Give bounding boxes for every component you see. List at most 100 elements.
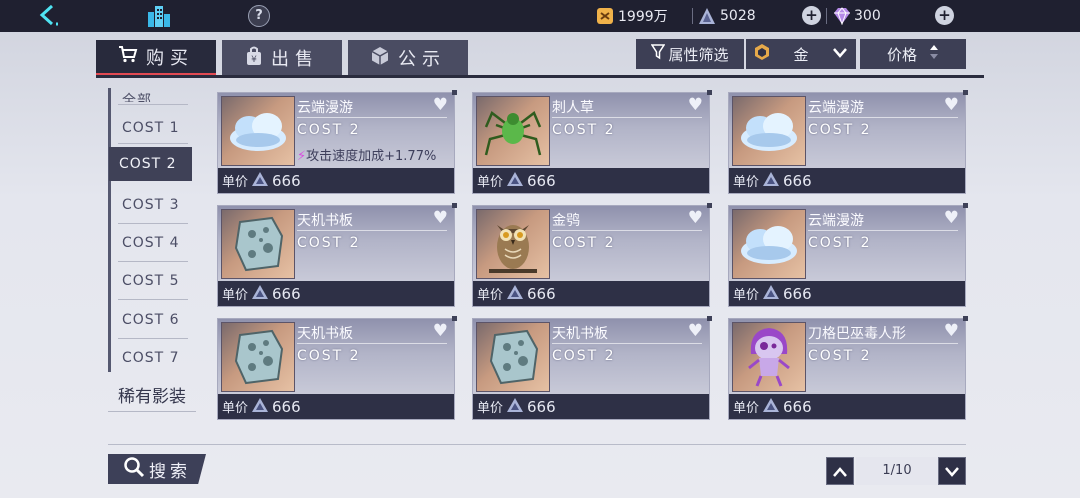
sidebar-rail: [108, 88, 111, 372]
crystal-pyramid-icon: [698, 7, 716, 25]
chevron-up-icon: [833, 467, 847, 477]
item-price: 666: [783, 284, 812, 303]
tab-notice[interactable]: 公示: [348, 40, 468, 76]
item-card[interactable]: 天机书板 COST 2 ♥ 单价 666: [472, 316, 712, 420]
sidebar-item-label: COST 3: [122, 197, 180, 213]
item-image: [732, 96, 806, 166]
item-image: [476, 96, 550, 166]
sidebar-item-cost-4[interactable]: COST 4: [112, 226, 192, 260]
item-price: 666: [527, 397, 556, 416]
item-cost: COST 2: [552, 122, 616, 138]
corner-marker: [452, 316, 457, 321]
top-bar: ? 1999万 5028 + 300 +: [0, 0, 1080, 32]
item-divider: [552, 343, 702, 344]
item-price: 666: [272, 284, 301, 303]
quality-hexagon-icon: [754, 43, 770, 65]
price-label: 单价: [733, 288, 760, 303]
item-card[interactable]: 天机书板 COST 2 ♥ 单价 666: [217, 316, 457, 420]
add-gem-button[interactable]: +: [935, 6, 954, 25]
item-price-bar: 单价 666: [729, 394, 965, 419]
corner-marker: [963, 203, 968, 208]
sidebar-item-cost-3[interactable]: COST 3: [112, 188, 192, 222]
price-label: 单价: [477, 288, 504, 303]
sidebar-item-cost-5[interactable]: COST 5: [112, 264, 192, 298]
favorite-heart-icon[interactable]: ♥: [688, 321, 703, 341]
favorite-heart-icon[interactable]: ♥: [944, 208, 959, 228]
sort-price-button[interactable]: 价格: [860, 39, 966, 69]
gold-coin-icon: [596, 7, 614, 25]
item-cost: COST 2: [808, 348, 872, 364]
favorite-heart-icon[interactable]: ♥: [433, 321, 448, 341]
sidebar-item-label: COST 6: [122, 312, 180, 328]
tab-sell-label: 出售: [271, 49, 319, 70]
item-card[interactable]: 刀格巴巫毒人形 COST 2 ♥ 单价 666: [728, 316, 968, 420]
item-price-bar: 单价 666: [473, 281, 709, 306]
favorite-heart-icon[interactable]: ♥: [944, 95, 959, 115]
city-buildings-icon[interactable]: [146, 4, 172, 28]
item-price: 666: [527, 171, 556, 190]
item-name: 天机书板: [552, 326, 608, 342]
price-label: 单价: [733, 401, 760, 416]
item-name: 云端漫游: [808, 100, 864, 116]
help-question-icon[interactable]: ?: [248, 5, 270, 27]
item-price: 666: [272, 171, 301, 190]
quality-dropdown[interactable]: 金: [746, 39, 856, 69]
gem-amount: 300: [854, 8, 881, 24]
item-card[interactable]: 云端漫游 COST 2 ♥ 单价 666: [728, 90, 968, 194]
sidebar-item-cost-7[interactable]: COST 7: [112, 341, 192, 375]
tab-underline: [96, 75, 984, 78]
item-card[interactable]: 云端漫游 COST 2 ♥ 单价 666: [728, 203, 968, 307]
item-price-bar: 单价 666: [729, 281, 965, 306]
item-divider: [552, 117, 702, 118]
sidebar-item-rare[interactable]: 稀有影装: [108, 378, 196, 412]
item-name: 金鸮: [552, 213, 580, 229]
sort-arrows-icon: [929, 44, 939, 64]
item-cost: COST 2: [552, 235, 616, 251]
item-card[interactable]: 云端漫游 COST 2 ⚡攻击速度加成+1.77% ♥ 单价 666: [217, 90, 457, 194]
crystal-pyramid-icon: [506, 284, 524, 304]
item-divider: [808, 230, 958, 231]
sidebar-item-cost-1[interactable]: COST 1: [112, 111, 192, 145]
item-price: 666: [272, 397, 301, 416]
add-crystal-button[interactable]: +: [802, 6, 821, 25]
crystal-currency: 5028: [698, 6, 756, 26]
chevron-down-icon: [832, 45, 848, 63]
item-card[interactable]: 天机书板 COST 2 ♥ 单价 666: [217, 203, 457, 307]
page-up-button[interactable]: [826, 457, 854, 485]
sidebar-item-all[interactable]: 全部: [112, 80, 192, 102]
item-image: [221, 96, 295, 166]
item-card[interactable]: 金鸮 COST 2 ♥ 单价 666: [472, 203, 712, 307]
corner-marker: [707, 316, 712, 321]
sidebar-item-cost-2[interactable]: COST 2: [109, 147, 192, 181]
favorite-heart-icon[interactable]: ♥: [944, 321, 959, 341]
gem-currency: 300: [832, 6, 881, 26]
sidebar-item-label: COST 7: [122, 350, 180, 366]
chevron-down-icon: [945, 467, 959, 477]
favorite-heart-icon[interactable]: ♥: [688, 208, 703, 228]
item-card[interactable]: 刺人草 COST 2 ♥ 单价 666: [472, 90, 712, 194]
favorite-heart-icon[interactable]: ♥: [688, 95, 703, 115]
crystal-pyramid-icon: [251, 171, 269, 191]
tab-buy-label: 购买: [146, 47, 194, 69]
sidebar-item-cost-6[interactable]: COST 6: [112, 303, 192, 337]
corner-marker: [963, 316, 968, 321]
price-label: 单价: [477, 401, 504, 416]
favorite-heart-icon[interactable]: ♥: [433, 95, 448, 115]
price-label: 单价: [222, 401, 249, 416]
sidebar-item-label: COST 1: [122, 120, 180, 136]
search-button[interactable]: 搜索: [108, 454, 206, 484]
tab-sell[interactable]: ¥ 出售: [222, 40, 342, 76]
attribute-filter-button[interactable]: 属性筛选: [636, 39, 744, 69]
quality-value: 金: [793, 45, 809, 64]
crystal-amount: 5028: [720, 8, 756, 24]
corner-marker: [452, 90, 457, 95]
page-down-button[interactable]: [938, 457, 966, 485]
item-cost: COST 2: [297, 348, 361, 364]
item-divider: [297, 343, 447, 344]
favorite-heart-icon[interactable]: ♥: [433, 208, 448, 228]
back-arrow-icon[interactable]: [36, 3, 66, 29]
item-image: [476, 209, 550, 279]
crystal-pyramid-icon: [762, 284, 780, 304]
tab-buy[interactable]: 购买: [96, 40, 216, 76]
sidebar-item-label: COST 4: [122, 235, 180, 251]
